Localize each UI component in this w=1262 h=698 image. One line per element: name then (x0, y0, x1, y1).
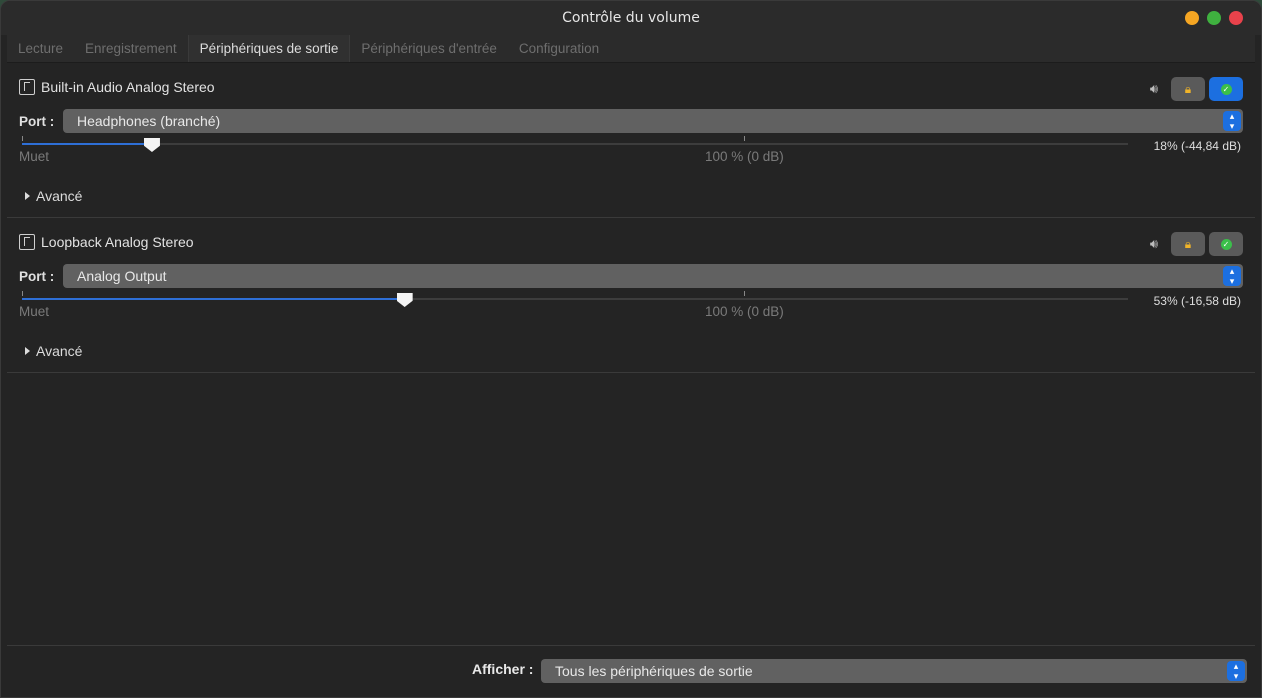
volume-100-label: 100 % (0 dB) (705, 149, 784, 164)
slider-track (22, 143, 1128, 145)
tab-enregistrement[interactable]: Enregistrement (74, 35, 188, 62)
port-select[interactable]: Analog Output ▴ ▾ (63, 264, 1243, 288)
chevron-updown-icon: ▴ ▾ (1223, 111, 1241, 131)
close-button[interactable] (1229, 11, 1243, 25)
port-row: Port : Headphones (branché) ▴ ▾ (19, 109, 1243, 133)
slider-fill (22, 298, 405, 300)
expand-arrow-icon (25, 192, 30, 200)
output-device: Loopback Analog Stereo 🔊︎ 🔒︎ ✓ Port : An… (7, 218, 1255, 373)
port-label: Port : (19, 268, 55, 284)
output-device: Built-in Audio Analog Stereo 🔊︎ 🔒︎ ✓ Por… (7, 63, 1255, 218)
chevron-updown-icon: ▴ ▾ (1227, 661, 1245, 681)
minimize-button[interactable] (1185, 11, 1199, 25)
set-default-button[interactable]: ✓ (1209, 232, 1243, 256)
show-filter-select[interactable]: Tous les périphériques de sortie ▴ ▾ (541, 659, 1247, 683)
tab-peripheriques-sortie[interactable]: Périphériques de sortie (187, 35, 351, 62)
volume-control-window: Contrôle du volume Lecture Enregistremen… (0, 0, 1262, 698)
advanced-label: Avancé (36, 188, 83, 204)
show-label: Afficher : (472, 661, 534, 677)
tab-configuration[interactable]: Configuration (508, 35, 610, 62)
speaker-icon[interactable]: 🔊︎ (1141, 82, 1167, 97)
audio-card-icon (19, 234, 35, 250)
device-controls: 🔊︎ 🔒︎ ✓ (1141, 77, 1243, 101)
lock-icon: 🔒︎ (1184, 236, 1192, 251)
tab-bar: Lecture Enregistrement Périphériques de … (7, 35, 1255, 63)
port-value: Headphones (branché) (77, 113, 221, 129)
advanced-expander[interactable]: Avancé (25, 188, 82, 204)
lock-channels-button[interactable]: 🔒︎ (1171, 232, 1205, 256)
volume-slider[interactable] (22, 136, 1128, 152)
volume-slider[interactable] (22, 291, 1128, 307)
advanced-expander[interactable]: Avancé (25, 343, 82, 359)
tab-lecture[interactable]: Lecture (7, 35, 74, 62)
slider-thumb[interactable] (143, 138, 160, 152)
titlebar: Contrôle du volume (1, 1, 1261, 35)
tab-peripheriques-entree[interactable]: Périphériques d'entrée (350, 35, 507, 62)
slider-tick-min (22, 291, 23, 296)
window-title: Contrôle du volume (562, 10, 700, 26)
advanced-label: Avancé (36, 343, 83, 359)
port-row: Port : Analog Output ▴ ▾ (19, 264, 1243, 288)
volume-readout: 18% (-44,84 dB) (1153, 139, 1241, 153)
speaker-icon[interactable]: 🔊︎ (1141, 237, 1167, 252)
lock-icon: 🔒︎ (1184, 81, 1192, 96)
set-default-button[interactable]: ✓ (1209, 77, 1243, 101)
device-name: Loopback Analog Stereo (41, 234, 194, 250)
expand-arrow-icon (25, 347, 30, 355)
lock-channels-button[interactable]: 🔒︎ (1171, 77, 1205, 101)
footer: Afficher : Tous les périphériques de sor… (7, 645, 1255, 697)
device-header: Loopback Analog Stereo (19, 234, 194, 250)
audio-card-icon (19, 79, 35, 95)
mute-label: Muet (19, 149, 50, 164)
device-header: Built-in Audio Analog Stereo (19, 79, 215, 95)
slider-thumb[interactable] (396, 293, 413, 307)
slider-fill (22, 143, 152, 145)
chevron-updown-icon: ▴ ▾ (1223, 266, 1241, 286)
device-controls: 🔊︎ 🔒︎ ✓ (1141, 232, 1243, 256)
device-name: Built-in Audio Analog Stereo (41, 79, 215, 95)
slider-tick-100 (744, 136, 745, 141)
maximize-button[interactable] (1207, 11, 1221, 25)
device-list: Built-in Audio Analog Stereo 🔊︎ 🔒︎ ✓ Por… (7, 63, 1255, 645)
volume-readout: 53% (-16,58 dB) (1153, 294, 1241, 308)
check-icon: ✓ (1220, 238, 1232, 250)
port-label: Port : (19, 113, 55, 129)
volume-100-label: 100 % (0 dB) (705, 304, 784, 319)
slider-tick-min (22, 136, 23, 141)
port-select[interactable]: Headphones (branché) ▴ ▾ (63, 109, 1243, 133)
window-controls (1185, 11, 1243, 25)
port-value: Analog Output (77, 268, 167, 284)
mute-label: Muet (19, 304, 50, 319)
slider-tick-100 (744, 291, 745, 296)
show-filter-value: Tous les périphériques de sortie (555, 663, 753, 679)
check-icon: ✓ (1220, 83, 1232, 95)
